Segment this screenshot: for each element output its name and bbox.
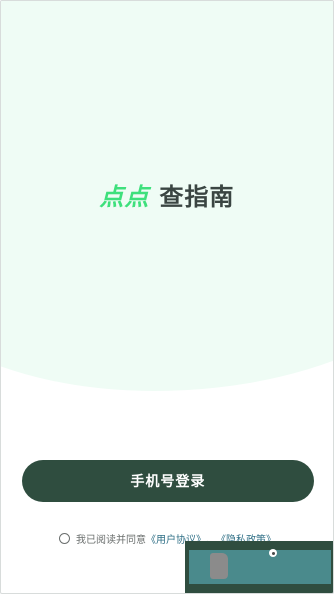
app-screen: 点点查指南 手机号登录 我已阅读并同意 《用户协议》 、 《隐私政策》 [0,0,334,594]
agreement-prefix: 我已阅读并同意 [76,535,146,546]
app-logo: 点点 查指南 [1,177,333,212]
agreement-radio[interactable] [59,533,70,544]
logo-main-text: 查指南 [159,183,235,211]
logo-accent-text: 点点 [99,183,150,211]
phone-login-button[interactable]: 手机号登录 [22,460,314,502]
floating-overlay-handle-icon[interactable] [269,549,277,557]
floating-overlay-thumbnail [210,553,228,579]
